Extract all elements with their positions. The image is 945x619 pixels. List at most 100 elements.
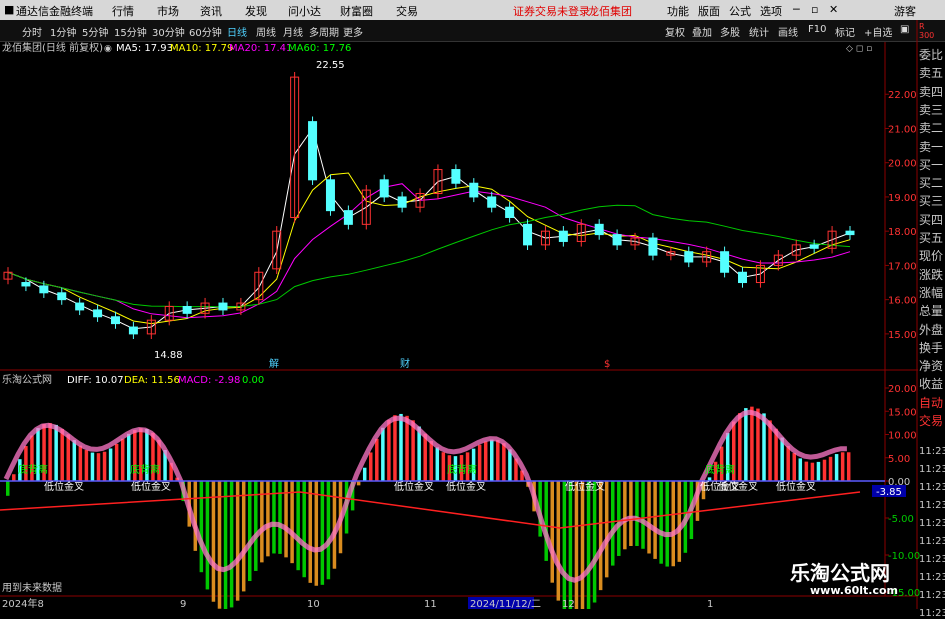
- candle-body: [75, 302, 85, 311]
- quote-label[interactable]: 交易: [919, 412, 943, 429]
- candle-body: [397, 196, 407, 208]
- macd-bar: [840, 452, 845, 481]
- quote-label[interactable]: 买五: [919, 229, 943, 246]
- price-tick-label: 21.00: [888, 124, 917, 135]
- macd-bar: [677, 481, 682, 562]
- macd-bar: [78, 445, 83, 481]
- macd-bar: [393, 415, 397, 481]
- macd-bar: [483, 441, 488, 481]
- trade-time: 11:23: [919, 446, 945, 457]
- quote-label[interactable]: 委比: [919, 46, 943, 63]
- right-panel: 委比 卖五卖四 卖三 卖二卖一 买一 买二 买三买四 买五 现价涨跌 涨幅 总量外盘 换手 净资 收益自动…: [917, 22, 945, 619]
- candle-body: [343, 210, 353, 225]
- macd-bar: [266, 481, 270, 557]
- macd-bar: [490, 439, 494, 481]
- macd-bar: [429, 440, 433, 481]
- macd-bar: [302, 481, 306, 578]
- macd-bar: [308, 481, 312, 583]
- macd-bar: [423, 433, 427, 481]
- quote-label[interactable]: 买一: [919, 156, 943, 173]
- quote-label[interactable]: 净资: [919, 357, 943, 374]
- macd-bar: [617, 481, 621, 556]
- chart-canvas[interactable]: 22.0021.0020.0019.0018.0017.0016.0015.00…: [0, 0, 945, 609]
- macd-bar: [502, 443, 506, 481]
- window-controls-icon[interactable]: ◇ ◻ ▫: [846, 44, 872, 54]
- dea-label: DEA: 11.56: [124, 375, 180, 386]
- settings-icon[interactable]: ◉: [104, 44, 112, 54]
- quote-label[interactable]: 卖二: [919, 119, 943, 136]
- ma20-label: MA20: 17.41: [229, 43, 292, 54]
- trade-time: 11:23: [919, 500, 945, 511]
- macd-bar: [411, 420, 415, 481]
- diff-label: DIFF: 10.07: [67, 375, 124, 386]
- macd-bar: [786, 445, 790, 481]
- quote-label[interactable]: 现价: [919, 247, 943, 264]
- candle-body: [182, 305, 192, 314]
- quote-label[interactable]: 涨幅: [919, 284, 943, 301]
- candle-body: [845, 230, 855, 236]
- macd-bar: [641, 481, 645, 549]
- chart-title: 龙佰集团(日线 前复权): [2, 41, 103, 54]
- candle-body: [487, 196, 497, 208]
- quote-label[interactable]: 收益: [919, 375, 943, 392]
- macd-bar: [90, 452, 95, 481]
- macd-bar: [296, 481, 300, 571]
- quote-label[interactable]: 总量: [919, 302, 943, 319]
- quote-label[interactable]: 买三: [919, 192, 943, 209]
- quote-label[interactable]: 外盘: [919, 321, 943, 338]
- quote-label[interactable]: 买四: [919, 211, 943, 228]
- watermark-title: 乐淘公式网: [790, 561, 890, 585]
- marker-dollar[interactable]: $: [604, 359, 610, 370]
- macd-bar: [441, 452, 446, 481]
- quote-label[interactable]: 卖一: [919, 138, 943, 155]
- macd-bar: [108, 448, 113, 481]
- macd-bar: [629, 481, 633, 547]
- macd-bar: [417, 426, 421, 481]
- price-tick-label: 16.00: [888, 296, 917, 307]
- macd-bar: [66, 434, 70, 481]
- macd-bar: [114, 443, 119, 481]
- quote-label[interactable]: 自动: [919, 394, 943, 411]
- trade-time: 11:23: [919, 518, 945, 529]
- quote-label[interactable]: 卖四: [919, 83, 943, 100]
- marker-jie[interactable]: 解: [269, 357, 279, 370]
- candle-body: [720, 251, 730, 273]
- quote-label[interactable]: 卖五: [919, 64, 943, 81]
- signal-label-golden-cross: 低位金叉: [44, 480, 84, 493]
- signal-label-golden-cross: 低位金叉: [394, 480, 434, 493]
- macd-bar: [399, 413, 403, 481]
- macd-bar: [804, 461, 809, 481]
- macd-tick-label: -10.00: [888, 551, 920, 562]
- candle-body: [39, 285, 49, 294]
- macd-bar: [550, 481, 554, 583]
- macd-bar: [574, 481, 579, 609]
- candle-body: [218, 302, 228, 311]
- quote-label[interactable]: 换手: [919, 339, 943, 356]
- signal-label-golden-cross: 低位金叉: [718, 480, 758, 493]
- candle-body: [612, 234, 622, 246]
- marker-cai[interactable]: 财: [400, 357, 410, 370]
- candle-body: [809, 244, 819, 249]
- candle-body: [93, 309, 103, 318]
- quote-label[interactable]: 卖三: [919, 101, 943, 118]
- macd-bar: [290, 481, 294, 564]
- macd-bar: [369, 452, 373, 481]
- quote-label[interactable]: 买二: [919, 174, 943, 191]
- signal-label-divergence: 底背离: [705, 463, 735, 476]
- candle-body: [558, 230, 568, 242]
- quote-label[interactable]: 涨跌: [919, 266, 943, 283]
- macd-bar: [604, 481, 609, 578]
- macd-tick-label: 10.00: [888, 431, 917, 442]
- macd-bar: [375, 438, 379, 481]
- signal-label-divergence: 底背离: [130, 463, 160, 476]
- date-axis-label: 1: [707, 599, 713, 609]
- macd-bar: [592, 481, 597, 603]
- macd-bar: [598, 481, 603, 591]
- macd-tick-label: 5.00: [888, 454, 910, 465]
- macd-bar: [278, 481, 282, 554]
- candle-body: [648, 237, 658, 256]
- macd-label: MACD: -2.98: [178, 375, 240, 386]
- macd-bar: [72, 440, 77, 481]
- macd-bar: [6, 481, 10, 496]
- macd-bar: [435, 447, 440, 481]
